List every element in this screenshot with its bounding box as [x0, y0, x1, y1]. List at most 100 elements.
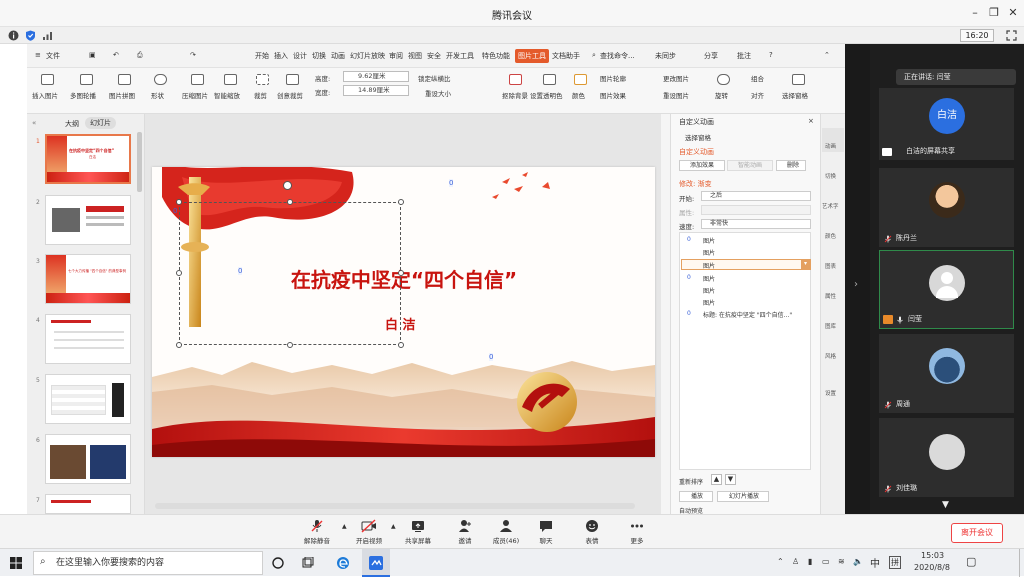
tencent-meeting-taskbar-item[interactable] [362, 549, 390, 577]
taskbar-search-input[interactable]: 在这里输入你要搜索的内容 [33, 551, 263, 575]
command-search[interactable]: 查找命令... [600, 51, 635, 61]
selection-pane-button[interactable]: 选择窗格 [782, 90, 808, 100]
task-view-icon[interactable] [302, 557, 314, 569]
align-button[interactable]: 对齐 [751, 90, 764, 100]
resize-handle[interactable] [287, 199, 293, 205]
anim-item[interactable]: 图片 [703, 261, 715, 270]
menu-security[interactable]: 安全 [427, 51, 441, 61]
menu-transition[interactable]: 切换 [312, 51, 326, 61]
menu-home[interactable]: 开始 [255, 51, 269, 61]
menu-design[interactable]: 设计 [293, 51, 307, 61]
members-button[interactable]: 成员(46) [486, 519, 526, 545]
ime-indicator[interactable]: 中 [870, 555, 880, 570]
shield-icon[interactable] [25, 30, 36, 41]
add-effect-button[interactable]: 添加效果 [679, 160, 725, 171]
play-button[interactable]: 播放 [679, 491, 713, 502]
sidebar-chart[interactable]: 图表 [825, 262, 836, 270]
collapse-pane-icon[interactable]: « [32, 119, 36, 127]
pic-effect-button[interactable]: 图片效果 [600, 90, 626, 100]
menu-picture-tools[interactable]: 图片工具 [515, 49, 549, 63]
sidebar-color[interactable]: 颜色 [825, 232, 836, 240]
tab-outline[interactable]: 大纲 [65, 119, 79, 129]
resize-handle[interactable] [287, 342, 293, 348]
anim-item[interactable]: 图片 [703, 236, 715, 245]
mic-tray-icon[interactable]: ▮ [808, 557, 812, 566]
battery-icon[interactable]: ▭ [822, 557, 830, 566]
sidebar-settings[interactable]: 设置 [825, 389, 836, 397]
slide-thumbnail-2[interactable] [45, 195, 131, 245]
anim-item-selected[interactable] [681, 259, 811, 270]
slideshow-button[interactable]: 幻灯片播放 [717, 491, 769, 502]
multi-crop-button[interactable]: 多图轮播 [70, 90, 96, 100]
notification-icon[interactable]: ▢ [966, 555, 976, 568]
horizontal-scrollbar[interactable] [155, 503, 635, 509]
slide-thumbnail-3[interactable]: 七个大力传播 "四个自信" 的典型事例 [45, 254, 131, 304]
resize-handle[interactable] [176, 270, 182, 276]
close-pane-icon[interactable]: × [808, 117, 814, 125]
signal-icon[interactable] [42, 30, 53, 41]
width-input[interactable]: 14.89厘米 [343, 85, 409, 96]
people-icon[interactable]: ♙ [792, 557, 799, 566]
print-icon[interactable]: ⎙ [137, 51, 143, 60]
group-button[interactable]: 组合 [751, 73, 764, 83]
volume-icon[interactable]: 🔈 [853, 557, 863, 566]
smart-anim-button[interactable]: 智能动画 [727, 160, 773, 171]
invite-button[interactable]: 邀请 [445, 519, 485, 545]
pic-outline-button[interactable]: 图片轮廓 [600, 73, 626, 83]
rotate-handle[interactable] [283, 181, 292, 190]
leave-meeting-button[interactable]: 离开会议 [951, 523, 1003, 543]
speed-select[interactable]: 非常快 [701, 219, 811, 229]
anim-item[interactable]: 图片 [703, 298, 715, 307]
sync-status[interactable]: 未同步 [655, 51, 676, 61]
edge-browser-icon[interactable] [336, 556, 350, 570]
menu-doc-assistant[interactable]: 文档助手 [552, 51, 580, 61]
participant-tile[interactable]: 陈丹兰 [879, 168, 1014, 247]
fullscreen-icon[interactable] [1006, 30, 1017, 41]
chevron-down-icon[interactable]: ▾ [801, 259, 810, 269]
chevron-up-icon[interactable]: ▲ [342, 523, 347, 530]
wifi-icon[interactable]: ≋ [838, 557, 845, 566]
menu-insert[interactable]: 插入 [274, 51, 288, 61]
anim-item[interactable]: 图片 [703, 286, 715, 295]
resize-handle[interactable] [176, 342, 182, 348]
chat-button[interactable]: 聊天 [526, 519, 566, 545]
chevron-up-icon[interactable]: ▲ [391, 523, 396, 530]
ime-layout[interactable]: 拼 [889, 556, 901, 569]
taskbar-time[interactable]: 15:03 [921, 551, 944, 560]
color-button[interactable]: 颜色 [572, 90, 585, 100]
redo-icon[interactable]: ↷ [190, 51, 196, 59]
slide-thumbnail-4[interactable] [45, 314, 131, 364]
taskbar-date[interactable]: 2020/8/8 [914, 563, 950, 572]
start-select[interactable]: 之后 [701, 191, 811, 201]
selected-image-frame[interactable] [179, 202, 401, 345]
menu-animation[interactable]: 动画 [331, 51, 345, 61]
restore-icon[interactable]: ❐ [987, 6, 1001, 20]
hamburger-icon[interactable]: ≡ [35, 51, 41, 59]
pic-collage-button[interactable]: 图片拼图 [109, 90, 135, 100]
resize-handle[interactable] [176, 199, 182, 205]
cortana-icon[interactable] [272, 557, 284, 569]
creative-crop-button[interactable]: 创意裁剪 [277, 90, 303, 100]
reset-size-button[interactable]: 重设大小 [425, 88, 451, 98]
anim-item[interactable]: 标题: 在抗疫中坚定 "四个自信..." [703, 310, 792, 319]
video-button[interactable]: 开启视频 [349, 519, 389, 545]
reset-pic-button[interactable]: 重设图片 [663, 90, 689, 100]
tray-expand-icon[interactable]: ⌃ [777, 557, 784, 566]
change-pic-button[interactable]: 更改图片 [663, 73, 689, 83]
show-desktop-button[interactable] [1019, 549, 1024, 577]
height-input[interactable]: 9.62厘米 [343, 71, 409, 82]
scroll-down-icon[interactable]: ▼ [942, 500, 949, 510]
sidebar-properties[interactable]: 属性 [825, 292, 836, 300]
annotate-button[interactable]: 批注 [737, 51, 751, 61]
share-screen-button[interactable]: 共享屏幕 [398, 519, 438, 545]
participant-tile[interactable]: 周通 [879, 334, 1014, 413]
slide-thumbnail-5[interactable] [45, 374, 131, 424]
anim-item[interactable]: 图片 [703, 274, 715, 283]
collapse-ribbon-icon[interactable]: ⌃ [824, 51, 830, 59]
move-down-icon[interactable]: ▼ [725, 474, 736, 485]
participant-tile-active[interactable]: 闫莹 [879, 250, 1014, 329]
compress-button[interactable]: 压缩图片 [182, 90, 208, 100]
windows-start-icon[interactable] [10, 557, 22, 569]
resize-handle[interactable] [398, 342, 404, 348]
lock-ratio-checkbox[interactable]: 锁定纵横比 [418, 73, 451, 83]
